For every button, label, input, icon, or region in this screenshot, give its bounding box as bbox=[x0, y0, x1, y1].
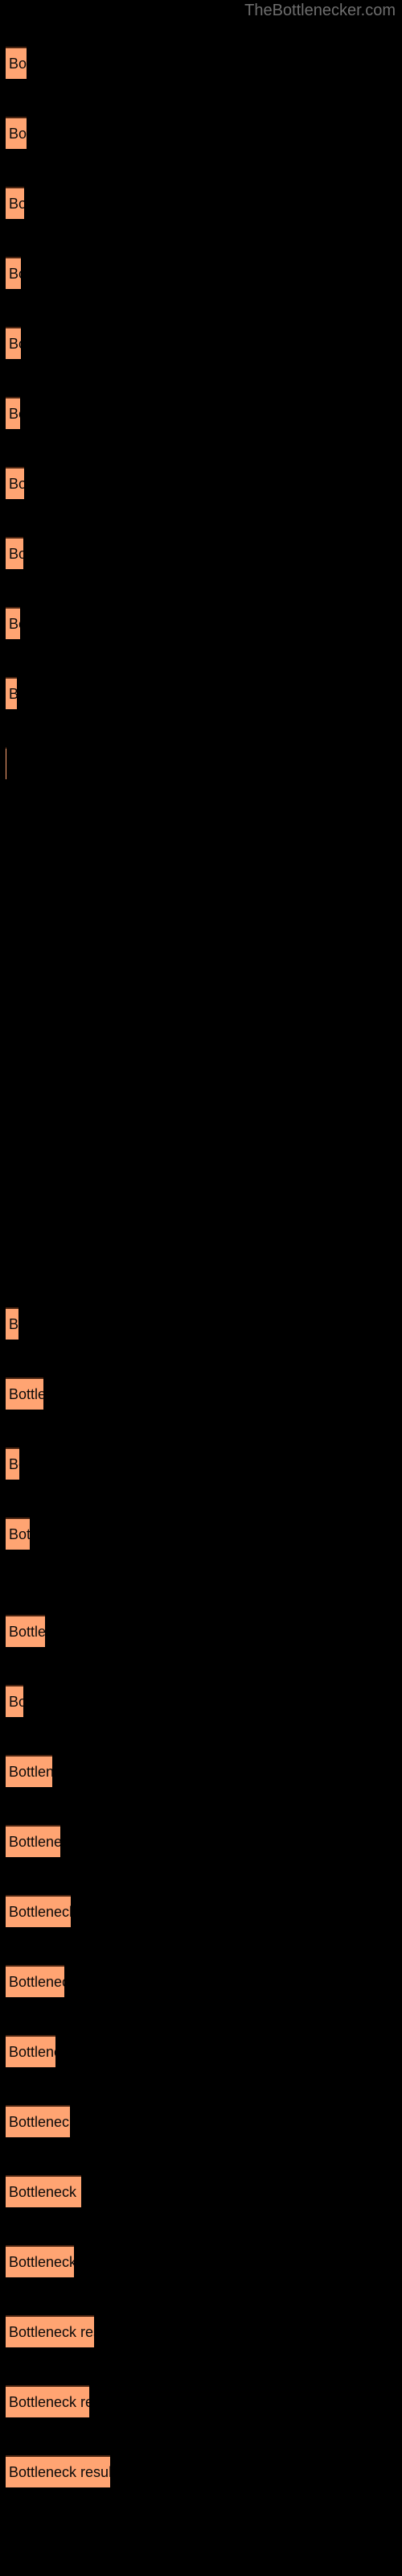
bar-label: Bottleneck result bbox=[9, 406, 20, 422]
bar-label: Bottleneck result bbox=[9, 2114, 70, 2130]
bar-34[interactable]: Bottleneck result bbox=[6, 2315, 94, 2347]
bar-label: Bottleneck result bbox=[9, 2044, 55, 2060]
bar-label: Bottleneck result bbox=[9, 546, 23, 562]
bar-label: Bottleneck result bbox=[9, 2254, 74, 2270]
bar-30[interactable]: Bottleneck result bbox=[6, 2035, 55, 2067]
bar-22[interactable]: Bottleneck result bbox=[6, 1517, 30, 1550]
bar-label: Bottleneck result bbox=[9, 476, 24, 492]
bar-label: Bottleneck result bbox=[9, 1764, 52, 1780]
bar-label: Bottleneck result bbox=[9, 1386, 43, 1402]
bar-24[interactable]: Bottleneck result bbox=[6, 1615, 45, 1647]
bar-25[interactable]: Bottleneck result bbox=[6, 1685, 23, 1717]
bar-label: Bottleneck result bbox=[9, 266, 21, 282]
bar-8[interactable]: Bottleneck result bbox=[6, 537, 23, 569]
bar-label: Bottleneck result bbox=[9, 2394, 89, 2410]
bar-19[interactable]: Bottleneck result bbox=[6, 1307, 18, 1340]
bar-27[interactable]: Bottleneck result bbox=[6, 1825, 60, 1857]
bar-29[interactable]: Bottleneck result bbox=[6, 1965, 64, 1997]
bar-label: Bottleneck result bbox=[9, 1974, 64, 1990]
bar-label: Bottleneck result bbox=[9, 679, 17, 709]
bar-36[interactable]: Bottleneck result bbox=[6, 2455, 110, 2487]
bar-28[interactable]: Bottleneck result bbox=[6, 1895, 71, 1927]
bar-label: Bottleneck result bbox=[9, 56, 27, 72]
bar-label: Bottleneck result bbox=[9, 1624, 45, 1640]
bar-label: Bottleneck result bbox=[9, 1526, 30, 1542]
bar-label: Bottleneck result bbox=[9, 126, 27, 142]
bar-3[interactable]: Bottleneck result bbox=[6, 187, 24, 219]
bar-7[interactable]: Bottleneck result bbox=[6, 467, 24, 499]
bar-label: Bottleneck result bbox=[9, 1904, 71, 1920]
bar-6[interactable]: Bottleneck result bbox=[6, 397, 20, 429]
plot-area: Bottleneck result Bottleneck result Bottle… bbox=[0, 0, 402, 2576]
bar-31[interactable]: Bottleneck result bbox=[6, 2105, 70, 2137]
bar-10[interactable]: Bottleneck result bbox=[6, 677, 17, 709]
bar-label: Bottleneck result bbox=[9, 1694, 23, 1710]
bar-label: Bottleneck result bbox=[9, 616, 20, 632]
bar-label: Bottleneck result bbox=[9, 196, 24, 212]
bar-label: Bottleneck result bbox=[9, 1316, 18, 1332]
bar-32[interactable]: Bottleneck result bbox=[6, 2175, 81, 2207]
bar-21[interactable]: Bottleneck result bbox=[6, 1447, 19, 1480]
bar-20[interactable]: Bottleneck result bbox=[6, 1377, 43, 1410]
bar-label: Bottleneck result bbox=[9, 1834, 60, 1850]
bar-26[interactable]: Bottleneck result bbox=[6, 1755, 52, 1787]
bar-label: Bottleneck result bbox=[9, 336, 21, 352]
bar-9[interactable]: Bottleneck result bbox=[6, 607, 20, 639]
bar-label: Bottleneck result bbox=[9, 2464, 110, 2480]
bar-label: Bottleneck result bbox=[9, 1456, 19, 1472]
bar-label: Bottleneck result bbox=[9, 2324, 94, 2340]
bar-5[interactable]: Bottleneck result bbox=[6, 327, 21, 359]
bar-2[interactable]: Bottleneck result bbox=[6, 117, 27, 149]
bar-33[interactable]: Bottleneck result bbox=[6, 2245, 74, 2277]
bar-35[interactable]: Bottleneck result bbox=[6, 2385, 89, 2417]
bar-label: Bottleneck result bbox=[9, 2184, 81, 2200]
bar-4[interactable]: Bottleneck result bbox=[6, 257, 21, 289]
bar-chart-root: TheBottlenecker.com Bottleneck resultBot… bbox=[0, 0, 402, 2576]
bar-1[interactable]: Bottleneck result bbox=[6, 47, 27, 79]
